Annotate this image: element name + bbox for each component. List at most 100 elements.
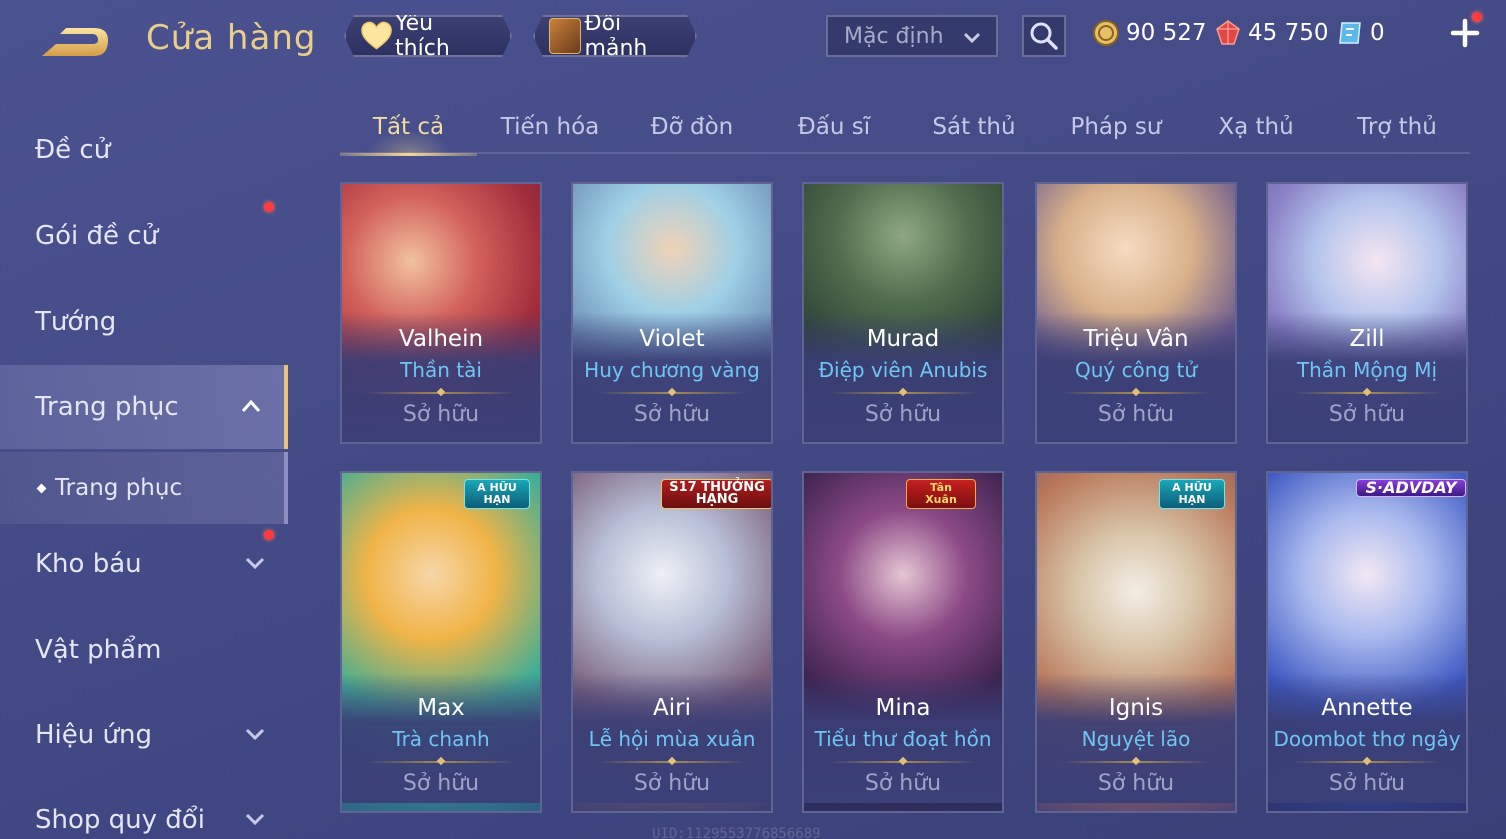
season-rank-badge: S17 THƯỞNG HẠNG bbox=[661, 479, 771, 509]
gold-amount: 90 527 bbox=[1126, 20, 1207, 46]
tab-mage[interactable]: Pháp sư bbox=[1046, 100, 1186, 154]
chevron-down-icon bbox=[245, 728, 265, 741]
ownership-status: Sở hữu bbox=[1328, 402, 1406, 427]
skin-name: Nguyệt lão bbox=[1081, 727, 1191, 751]
role-tabs: Tất cả Tiến hóa Đỡ đòn Đấu sĩ Sát thủ Ph… bbox=[340, 100, 1470, 156]
sidebar: Đề cử Gói đề cử Tướng Trang phục Trang p… bbox=[0, 100, 290, 839]
hero-name: Triệu Vân bbox=[1083, 326, 1189, 352]
hero-name: Ignis bbox=[1108, 695, 1164, 721]
sidebar-item-skins[interactable]: Trang phục bbox=[0, 365, 288, 449]
skin-card-annette[interactable]: S·ADVDAY Annette Doombot thơ ngây Sở hữu bbox=[1266, 471, 1468, 813]
hero-name: Mina bbox=[875, 695, 931, 721]
skin-card-mina[interactable]: Tân Xuân Mina Tiểu thư đoạt hồn Sở hữu bbox=[802, 471, 1004, 813]
divider bbox=[366, 761, 516, 763]
heart-icon bbox=[360, 21, 393, 51]
skin-name: Thần Mộng Mị bbox=[1296, 358, 1438, 382]
favorites-button[interactable]: Yêu thích bbox=[344, 15, 512, 57]
ownership-status: Sở hữu bbox=[402, 771, 480, 796]
skin-name: Tiểu thư đoạt hồn bbox=[814, 727, 992, 751]
top-bar: Cửa hàng Yêu thích Đổi mảnh Mặc định 90 … bbox=[0, 0, 1506, 80]
skin-name: Thần tài bbox=[400, 358, 482, 382]
sort-dropdown[interactable]: Mặc định bbox=[826, 15, 998, 57]
tab-evolution[interactable]: Tiến hóa bbox=[480, 100, 620, 154]
skin-grid: Valhein Thần tài Sở hữu Violet Huy chươn… bbox=[340, 182, 1470, 839]
ownership-status: Sở hữu bbox=[1097, 402, 1175, 427]
tab-support[interactable]: Trợ thủ bbox=[1327, 100, 1467, 154]
divider bbox=[828, 392, 978, 394]
hero-name: Annette bbox=[1321, 695, 1413, 721]
ownership-status: Sở hữu bbox=[633, 771, 711, 796]
skin-card-zill[interactable]: Zill Thần Mộng Mị Sở hữu bbox=[1266, 182, 1468, 444]
divider bbox=[597, 392, 747, 394]
skin-name: Doombot thơ ngây bbox=[1273, 727, 1461, 751]
ownership-status: Sở hữu bbox=[864, 402, 942, 427]
back-arrow-icon bbox=[42, 28, 108, 56]
limited-badge: A HỮU HẠN bbox=[1159, 479, 1225, 509]
sidebar-item-label: Trang phục bbox=[55, 475, 183, 501]
lunar-new-year-badge: Tân Xuân bbox=[906, 479, 976, 509]
notification-dot bbox=[1472, 12, 1482, 22]
shard-chest-icon bbox=[549, 18, 581, 54]
sidebar-item-items[interactable]: Vật phẩm bbox=[0, 608, 288, 692]
skin-name: Huy chương vàng bbox=[584, 358, 760, 382]
hero-name: Max bbox=[417, 695, 465, 721]
sidebar-item-label: Gói đề cử bbox=[35, 221, 159, 251]
sidebar-item-exchange-shop[interactable]: Shop quy đổi bbox=[0, 778, 288, 839]
skin-card-max[interactable]: A HỮU HẠN Max Trà chanh Sở hữu bbox=[340, 471, 542, 813]
sidebar-item-label: Vật phẩm bbox=[35, 635, 162, 665]
skin-card-violet[interactable]: Violet Huy chương vàng Sở hữu bbox=[571, 182, 773, 444]
skin-name: Điệp viên Anubis bbox=[818, 358, 988, 382]
skin-card-murad[interactable]: Murad Điệp viên Anubis Sở hữu bbox=[802, 182, 1004, 444]
voucher-currency: 0 bbox=[1336, 16, 1385, 50]
sidebar-item-recommended[interactable]: Đề cử bbox=[0, 108, 288, 192]
sidebar-item-label: Trang phục bbox=[35, 392, 179, 422]
tab-marksman[interactable]: Xạ thủ bbox=[1186, 100, 1326, 154]
tab-tank[interactable]: Đỡ đòn bbox=[622, 100, 762, 154]
sidebar-item-effects[interactable]: Hiệu ứng bbox=[0, 693, 288, 777]
back-button[interactable] bbox=[36, 20, 116, 64]
divider bbox=[828, 761, 978, 763]
sidebar-item-label: Hiệu ứng bbox=[35, 720, 152, 750]
event-badge: S·ADVDAY bbox=[1356, 479, 1466, 497]
exchange-shards-button[interactable]: Đổi mảnh bbox=[533, 15, 697, 57]
page-title: Cửa hàng bbox=[146, 18, 317, 58]
add-currency-button[interactable] bbox=[1448, 12, 1482, 50]
exchange-label: Đổi mảnh bbox=[584, 11, 648, 61]
chevron-up-icon bbox=[241, 399, 261, 412]
chevron-down-icon bbox=[963, 32, 981, 44]
tab-all[interactable]: Tất cả bbox=[340, 100, 477, 156]
limited-badge: A HỮU HẠN bbox=[464, 479, 530, 509]
red-gem-icon bbox=[1216, 20, 1240, 45]
sidebar-item-heroes[interactable]: Tướng bbox=[0, 280, 288, 364]
search-icon bbox=[1030, 22, 1058, 50]
tab-assassin[interactable]: Sát thủ bbox=[904, 100, 1044, 154]
skin-card-trieu-van[interactable]: Triệu Vân Quý công tử Sở hữu bbox=[1035, 182, 1237, 444]
chevron-down-icon bbox=[245, 557, 265, 570]
hero-name: Airi bbox=[653, 695, 691, 721]
hero-name: Murad bbox=[866, 326, 940, 352]
tab-fighter[interactable]: Đấu sĩ bbox=[764, 100, 904, 154]
sidebar-item-recommended-packs[interactable]: Gói đề cử bbox=[0, 194, 288, 278]
sidebar-item-label: Shop quy đổi bbox=[35, 805, 205, 835]
hero-name: Valhein bbox=[398, 326, 484, 352]
skin-card-valhein[interactable]: Valhein Thần tài Sở hữu bbox=[340, 182, 542, 444]
search-button[interactable] bbox=[1022, 15, 1066, 57]
divider bbox=[1292, 392, 1442, 394]
notification-dot bbox=[264, 530, 274, 540]
sidebar-item-label: Đề cử bbox=[35, 135, 111, 165]
gem-currency: 45 750 bbox=[1214, 16, 1328, 50]
voucher-icon bbox=[1339, 22, 1361, 44]
skin-name: Quý công tử bbox=[1074, 358, 1198, 382]
skin-card-ignis[interactable]: A HỮU HẠN Ignis Nguyệt lão Sở hữu bbox=[1035, 471, 1237, 813]
sidebar-subitem-skins[interactable]: Trang phục bbox=[0, 452, 288, 524]
divider bbox=[1061, 392, 1211, 394]
ownership-status: Sở hữu bbox=[1328, 771, 1406, 796]
sidebar-item-treasure[interactable]: Kho báu bbox=[0, 522, 288, 606]
voucher-amount: 0 bbox=[1370, 20, 1385, 46]
notification-dot bbox=[264, 202, 274, 212]
user-id-watermark: UID:1129553776856689 bbox=[652, 826, 821, 839]
ownership-status: Sở hữu bbox=[633, 402, 711, 427]
gem-amount: 45 750 bbox=[1248, 20, 1329, 46]
divider bbox=[597, 761, 747, 763]
skin-card-airi[interactable]: S17 THƯỞNG HẠNG Airi Lễ hội mùa xuân Sở … bbox=[571, 471, 773, 813]
